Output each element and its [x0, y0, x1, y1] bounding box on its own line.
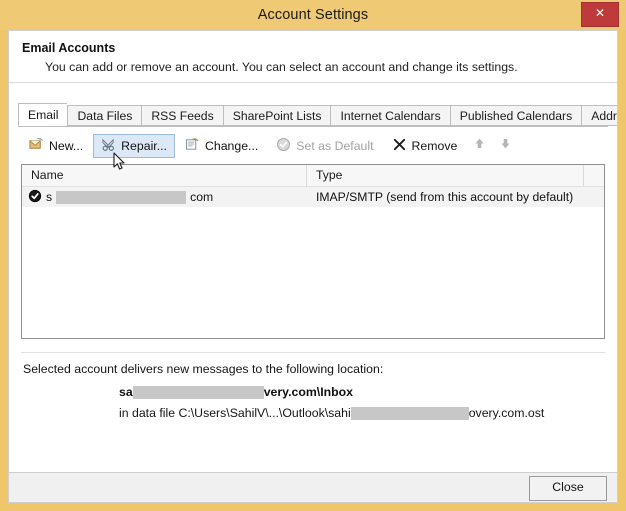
delivery-mailbox-redaction [132, 385, 264, 399]
move-up-button[interactable] [467, 133, 491, 159]
account-name-suffix: com [190, 190, 214, 204]
remove-account-button[interactable]: Remove [384, 134, 466, 158]
tab-internet-calendars[interactable]: Internet Calendars [330, 105, 450, 126]
accounts-list-header: Name Type [22, 165, 604, 187]
dialog-footer: Close [8, 473, 618, 503]
delivery-datafile-suffix: overy.com.ost [468, 406, 545, 420]
delivery-mailbox-prefix: sa [119, 385, 133, 399]
tab-published-calendars[interactable]: Published Calendars [449, 105, 582, 126]
tab-rss-feeds[interactable]: RSS Feeds [141, 105, 223, 126]
delivery-mailbox-path: sa very.com\Inbox [119, 385, 353, 399]
account-settings-window: Account Settings ✕ Email Accounts You ca… [0, 0, 626, 511]
delivery-heading: Selected account delivers new messages t… [23, 362, 384, 376]
info-divider [21, 352, 605, 353]
set-as-default-button[interactable]: Set as Default [268, 134, 381, 158]
move-down-button[interactable] [493, 133, 517, 159]
close-x-icon[interactable]: ✕ [581, 2, 619, 27]
arrow-down-icon [499, 137, 512, 155]
new-account-button[interactable]: New... [21, 134, 91, 158]
delivery-datafile-path: in data file C:\Users\SahilV\...\Outlook… [119, 406, 544, 420]
page-subtitle: You can add or remove an account. You ca… [45, 60, 518, 74]
tab-email[interactable]: Email [18, 103, 68, 126]
tab-address-books[interactable]: Address Books [581, 105, 617, 126]
dialog-body: Email Accounts You can add or remove an … [8, 30, 618, 473]
tab-underline [18, 126, 608, 127]
column-header-name[interactable]: Name [22, 165, 307, 186]
titlebar: Account Settings ✕ [0, 0, 626, 30]
delivery-datafile-redaction [350, 406, 469, 420]
column-header-extra[interactable] [584, 165, 604, 186]
remove-account-label: Remove [411, 139, 458, 153]
new-account-label: New... [49, 139, 84, 153]
change-settings-icon [185, 137, 200, 155]
change-account-label: Change... [204, 139, 259, 153]
account-type-cell: IMAP/SMTP (send from this account by def… [316, 190, 574, 204]
tab-data-files[interactable]: Data Files [67, 105, 142, 126]
header-block: Email Accounts You can add or remove an … [9, 31, 617, 83]
arrow-up-icon [473, 137, 486, 155]
column-header-type[interactable]: Type [307, 165, 584, 186]
change-account-button[interactable]: Change... [177, 134, 266, 158]
page-title: Email Accounts [22, 41, 116, 55]
close-cross-icon [392, 137, 407, 155]
window-title: Account Settings [257, 7, 369, 23]
account-name-prefix: s [46, 190, 53, 204]
accounts-toolbar: New... Repair... Change... Set as Defaul… [21, 133, 517, 159]
tab-bar: Email Data Files RSS Feeds SharePoint Li… [18, 103, 617, 126]
accounts-list[interactable]: Name Type s com IMAP/SMTP (send from thi… [21, 164, 605, 339]
account-name-cell: s com [22, 189, 307, 206]
delivery-mailbox-suffix: very.com\Inbox [263, 385, 353, 399]
default-account-check-icon [28, 189, 42, 206]
repair-account-button[interactable]: Repair... [93, 134, 175, 158]
set-as-default-label: Set as Default [296, 139, 374, 153]
repair-account-label: Repair... [121, 139, 167, 153]
repair-tools-icon [101, 137, 116, 155]
tab-sharepoint-lists[interactable]: SharePoint Lists [222, 105, 331, 126]
new-mail-icon [29, 137, 44, 155]
check-circle-icon [276, 137, 291, 155]
table-row[interactable]: s com IMAP/SMTP (send from this account … [22, 187, 604, 207]
account-name-redaction [56, 190, 187, 204]
close-button[interactable]: Close [529, 476, 607, 501]
delivery-datafile-prefix: in data file C:\Users\SahilV\...\Outlook… [119, 406, 351, 420]
